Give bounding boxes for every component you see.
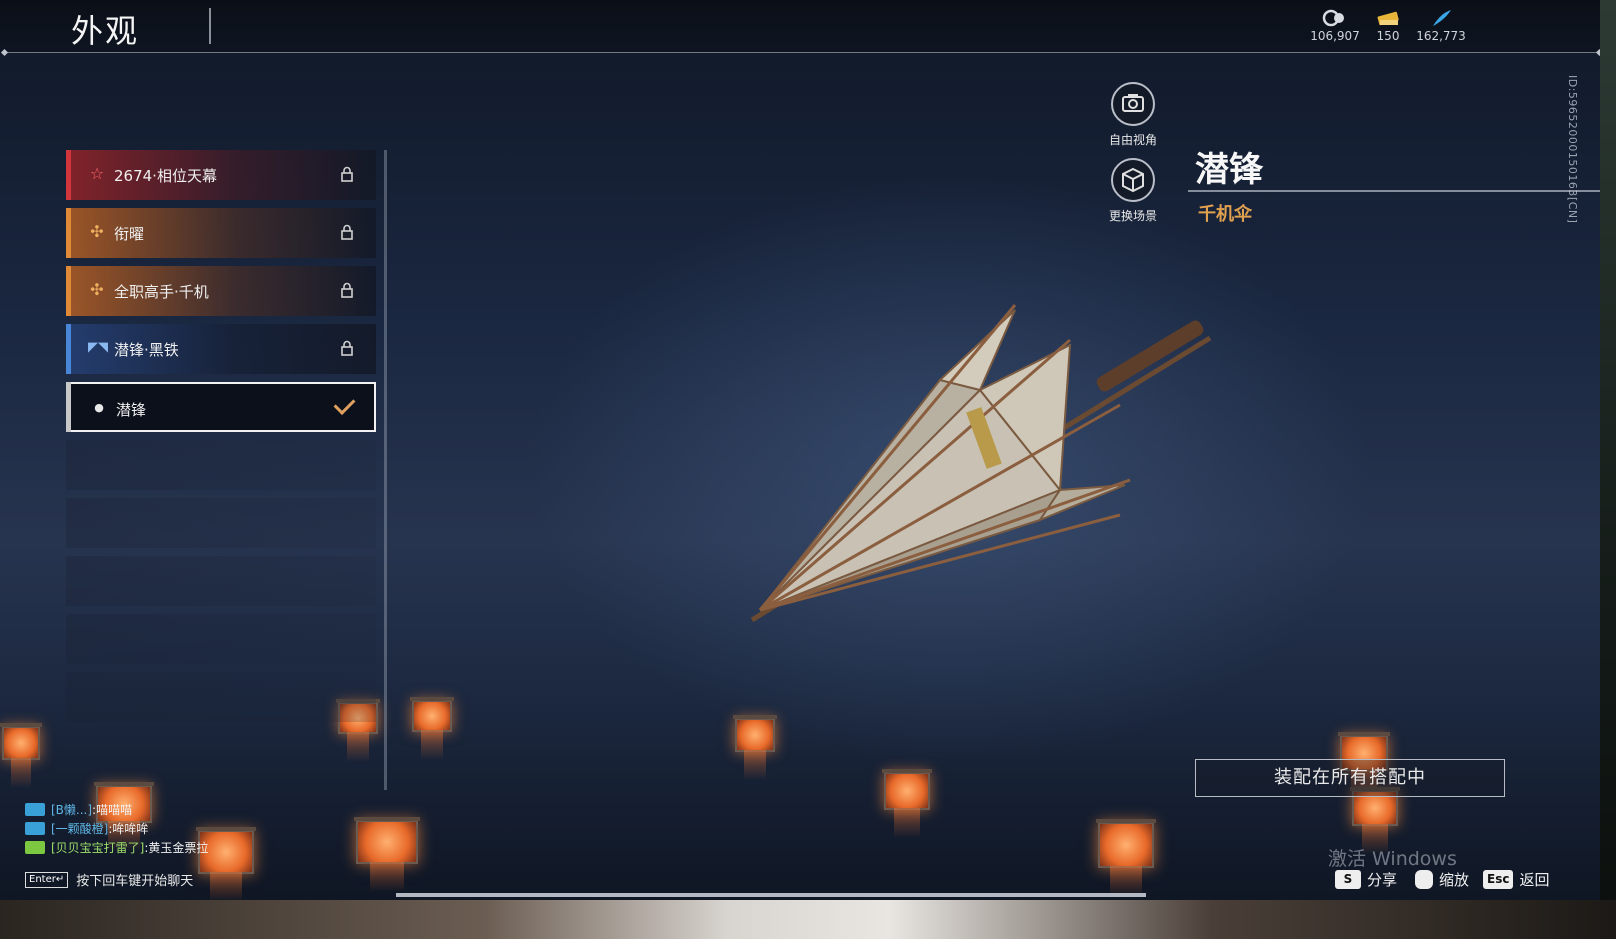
appearance-label: 2674·相位天幕	[114, 167, 217, 185]
item-name: 潜锋	[1195, 150, 1263, 190]
zoom-label[interactable]: 缩放	[1439, 869, 1469, 890]
appearance-label: 潜锋	[116, 401, 147, 419]
item-type: 千机伞	[1198, 204, 1252, 225]
share-label[interactable]: 分享	[1367, 869, 1397, 890]
player-id: ID:5965200015016​3[CN]	[1566, 75, 1579, 224]
chat-channel-icon	[25, 803, 45, 816]
change-scene-button[interactable]: 更换场景	[1093, 158, 1173, 224]
chat-channel-icon	[25, 841, 45, 854]
list-item-empty	[66, 614, 376, 664]
lock-icon	[341, 224, 353, 240]
title-divider	[209, 8, 211, 44]
share-key[interactable]: S	[1335, 869, 1361, 889]
lantern-decoration	[1096, 819, 1156, 896]
list-item-empty	[66, 440, 376, 490]
bottom-progress-bar	[396, 893, 1146, 897]
currency-ticket-value: 150	[1376, 29, 1400, 43]
currency-coin-icon	[1322, 9, 1344, 27]
windows-activation-watermark: 激活 Windows	[1328, 848, 1457, 870]
change-scene-label: 更换场景	[1108, 209, 1157, 223]
list-scrollbar[interactable]	[384, 150, 387, 790]
back-label[interactable]: 返回	[1519, 869, 1549, 890]
chat-enter-text: 按下回车键开始聊天	[76, 874, 194, 889]
key-hints: S 分享 缩放 Esc 返回	[1335, 868, 1550, 890]
chat-enter-hint[interactable]: Enter↵ 按下回车键开始聊天	[25, 870, 193, 889]
enter-key-icon: Enter↵	[25, 871, 69, 888]
lantern-decoration	[354, 817, 420, 892]
chat-message: :喵喵喵	[92, 803, 133, 817]
chat-channel-icon	[25, 822, 45, 835]
top-bar-divider	[4, 52, 1600, 53]
currency-feather-value: 162,773	[1416, 29, 1466, 43]
currency-feather-icon	[1433, 10, 1451, 26]
appearance-label: 全职高手·千机	[114, 283, 209, 301]
rarity-bar	[66, 150, 71, 200]
cross-petal-icon: ✣	[90, 280, 104, 299]
camera-icon	[1111, 82, 1155, 126]
list-item-appearance[interactable]: ◤◥ 潜锋·黑铁	[66, 324, 376, 374]
umbrella-weapon-model[interactable]	[740, 290, 1230, 630]
chat-sender[interactable]: [贝贝宝宝打雷了]	[51, 839, 144, 856]
currency-ticket: 150	[1358, 8, 1418, 43]
free-camera-button[interactable]: 自由视角	[1093, 82, 1173, 148]
list-item-appearance[interactable]: ✣ 全职高手·千机	[66, 266, 376, 316]
chat-line: [贝贝宝宝打雷了]:黄玉金票拉	[25, 838, 208, 857]
rarity-bar	[66, 208, 71, 258]
cube-icon	[1111, 158, 1155, 202]
chat-sender[interactable]: [B懒...]	[51, 801, 92, 818]
checkmark-icon	[333, 393, 356, 415]
list-item-appearance[interactable]: ✣ 衔曜	[66, 208, 376, 258]
lantern-decoration	[0, 723, 42, 788]
equip-all-button[interactable]: 装配在所有搭配中	[1195, 759, 1505, 797]
chat-line: [B懒...]:喵喵喵	[25, 800, 208, 819]
page-title: 外观	[71, 12, 140, 50]
lantern-decoration	[410, 697, 454, 760]
appearance-list: ☆ 2674·相位天幕 ✣ 衔曜 ✣ 全职高手·千机 ◤◥ 潜锋·黑铁 ● 潜锋	[66, 150, 380, 730]
appearance-label: 衔曜	[114, 225, 145, 243]
list-item-appearance[interactable]: ☆ 2674·相位天幕	[66, 150, 376, 200]
background-edge	[1600, 0, 1616, 939]
chat-line: [一颗酸橙]:哞哞哞	[25, 819, 208, 838]
cross-petal-icon: ✣	[90, 222, 104, 241]
item-name-divider	[1188, 190, 1600, 192]
drop-icon: ●	[94, 401, 104, 414]
currency-coin: 106,907	[1305, 8, 1365, 43]
star-icon: ☆	[89, 164, 105, 183]
currency-coin-value: 106,907	[1310, 29, 1360, 43]
chat-message: :哞哞哞	[108, 822, 149, 836]
desktop-background	[0, 900, 1616, 939]
lock-icon	[341, 166, 353, 182]
currency-ticket-icon	[1377, 11, 1399, 26]
list-item-appearance-selected[interactable]: ● 潜锋	[66, 382, 376, 432]
mouse-icon	[1415, 869, 1434, 889]
lock-icon	[341, 282, 353, 298]
rarity-bar	[66, 382, 71, 432]
rarity-bar	[66, 266, 71, 316]
lock-icon	[341, 340, 353, 356]
esc-key[interactable]: Esc	[1483, 869, 1514, 889]
free-camera-label: 自由视角	[1108, 133, 1157, 147]
list-item-empty	[66, 556, 376, 606]
lantern-decoration	[882, 769, 932, 838]
chat-sender[interactable]: [一颗酸橙]	[51, 820, 108, 837]
chat-message: :黄玉金票拉	[144, 841, 209, 855]
list-item-empty	[66, 498, 376, 548]
appearance-label: 潜锋·黑铁	[114, 341, 179, 359]
lantern-decoration	[733, 715, 777, 780]
currency-feather: 162,773	[1411, 8, 1471, 43]
game-scene[interactable]: 外观 106,907 150 162,773 ID:5965200015016​…	[0, 0, 1600, 900]
list-item-empty	[66, 672, 376, 722]
chat-box[interactable]: [B懒...]:喵喵喵 [一颗酸橙]:哞哞哞 [贝贝宝宝打雷了]:黄玉金票拉	[25, 800, 208, 857]
wing-icon: ◤◥	[88, 340, 108, 355]
rarity-bar	[66, 324, 71, 374]
